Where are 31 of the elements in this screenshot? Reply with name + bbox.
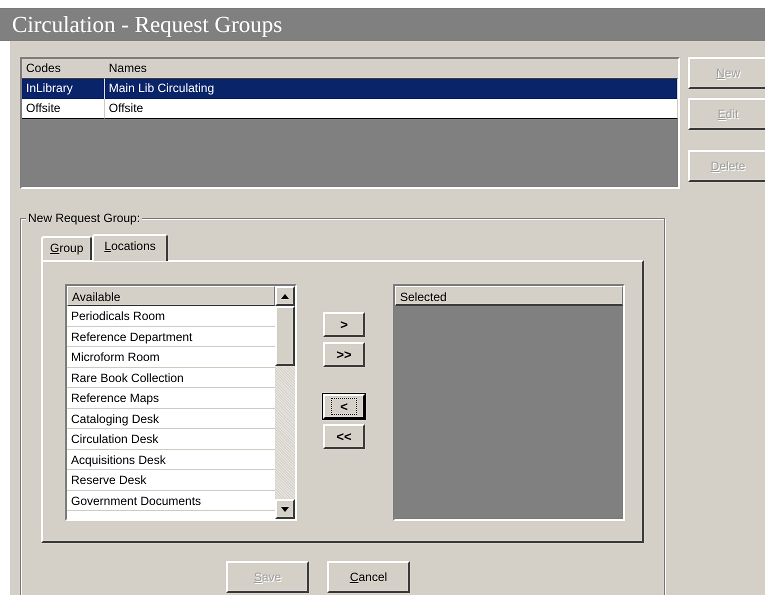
scrollbar[interactable] [275,286,295,519]
selected-list[interactable]: Selected [393,284,625,521]
list-item[interactable]: Microform Room [67,347,275,368]
column-header: Codes [22,59,105,79]
available-list[interactable]: Available Periodicals Room Reference Department Microform Room Rare Book Collection Reference Maps Cataloging Desk Circulation Desk Acquisitions Desk Reserve Desk Government Documents [65,284,297,521]
list-item[interactable]: Periodicals Room [67,306,275,326]
move-button[interactable]: < [323,394,365,419]
column-header: Names [104,59,678,79]
move-button[interactable]: > [323,312,365,337]
list-item[interactable]: Cataloging Desk [67,408,275,429]
scroll-down-icon[interactable] [275,499,295,519]
group-box-label: New Request Group: [26,211,142,226]
list-item[interactable]: Reference Maps [67,388,275,408]
tab[interactable]: Locations [92,234,168,261]
form-button[interactable]: Cancel [327,561,410,593]
list-header: Selected [395,286,623,306]
table-row[interactable]: Offsite Offsite [22,99,678,119]
tab[interactable]: Group [41,236,92,260]
scroll-thumb[interactable] [275,306,295,366]
list-item[interactable]: Reserve Desk [67,470,275,490]
move-button[interactable]: >> [323,342,365,367]
window-title: Circulation - Request Groups [0,8,765,41]
list-item[interactable]: Acquisitions Desk [67,450,275,470]
move-button[interactable]: << [323,424,365,449]
list-item[interactable]: Circulation Desk [67,429,275,450]
scroll-up-icon[interactable] [275,286,295,306]
list-item[interactable]: Rare Book Collection [67,368,275,388]
list-header: Available [67,286,275,306]
table-row[interactable]: InLibrary Main Lib Circulating [22,79,678,99]
list-item[interactable]: Reference Department [67,326,275,347]
list-item[interactable]: Government Documents [67,490,275,511]
